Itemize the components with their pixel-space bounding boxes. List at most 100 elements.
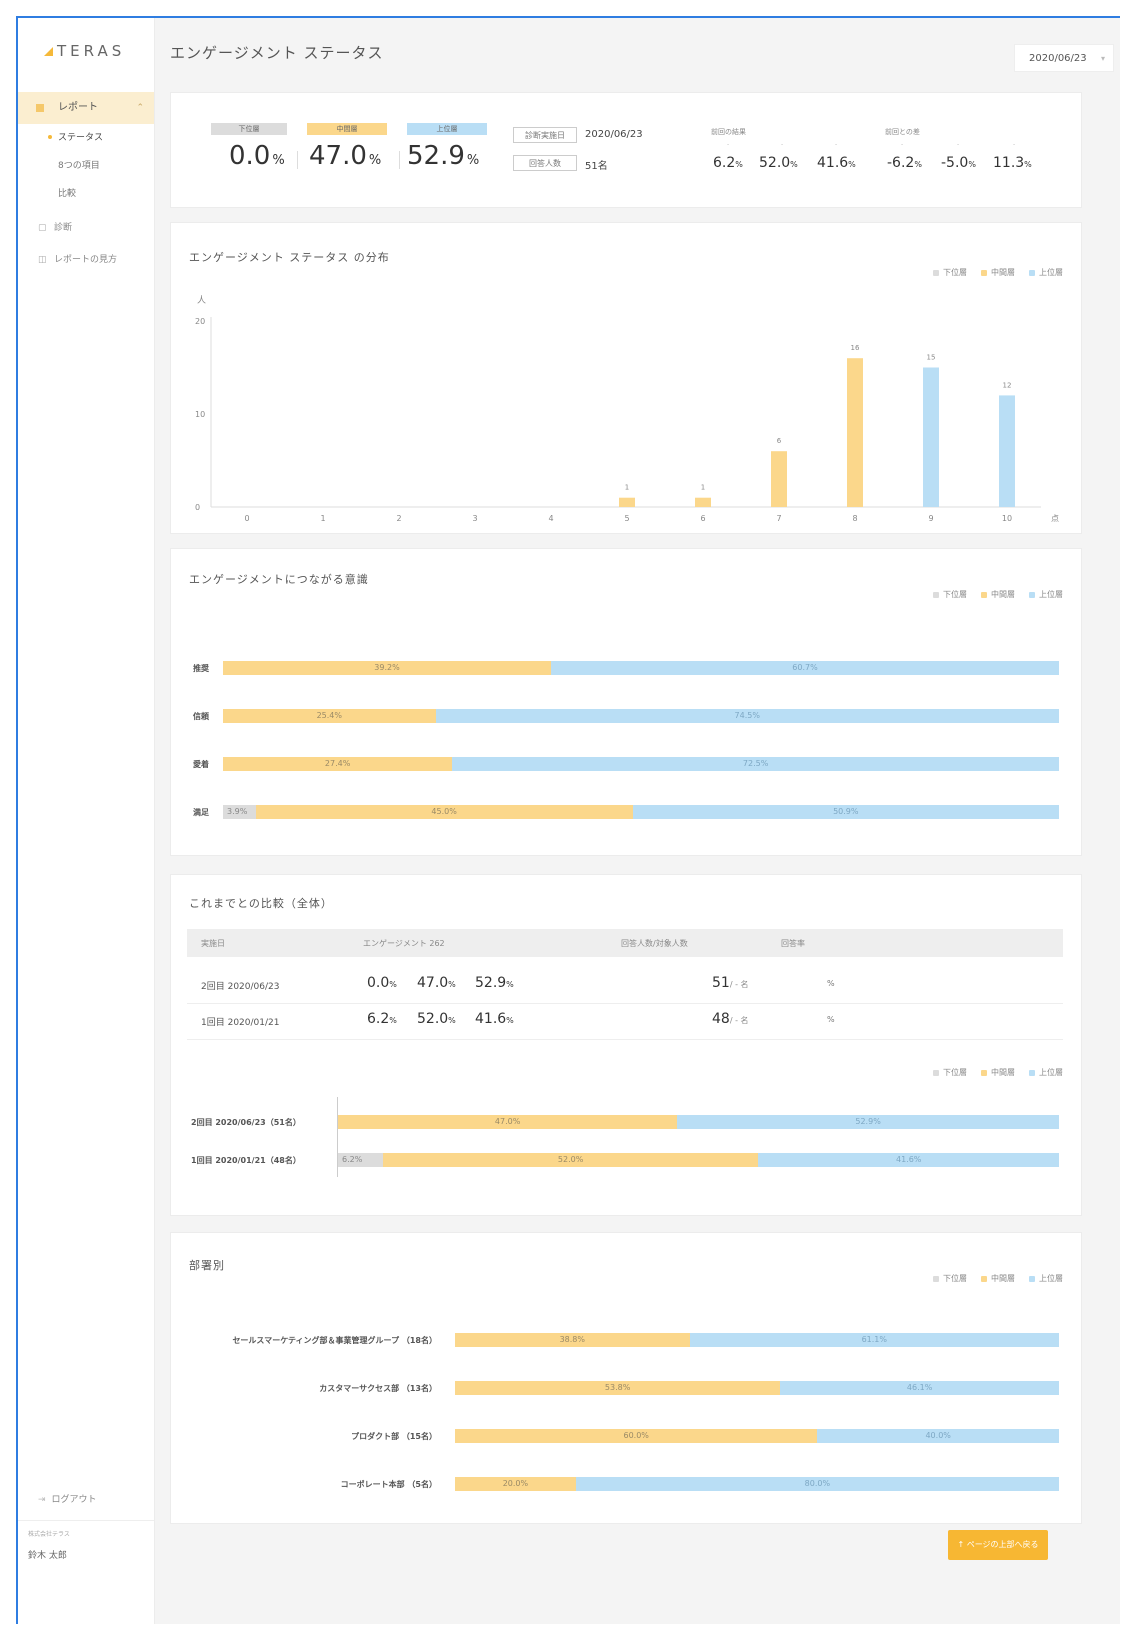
summary-card: 下位層 中間層 上位層 0.0% 47.0% 52.9% 診断実施日 2020/… [170, 92, 1082, 208]
y-tick-label: 20 [195, 317, 205, 326]
department-segment-high: 40.0% [817, 1429, 1059, 1443]
x-tick-label: 4 [548, 514, 553, 523]
x-tick-label: 1 [320, 514, 325, 523]
legend-mid: 中間層 [981, 589, 1015, 600]
data-label: 16 [851, 344, 860, 352]
bar [923, 367, 939, 507]
distribution-card: エンゲージメント ステータス の分布 下位層 中間層 上位層 人 0 10 20 0 1 2… [170, 222, 1082, 534]
company-name: 株式会社テラス [28, 1531, 70, 1538]
history-stacked-bar: 47.0% 52.9% [338, 1115, 1059, 1129]
mid-tier-percent: 47.0% [309, 141, 382, 171]
legend-swatch-high [1029, 1069, 1035, 1076]
data-label: 1 [701, 484, 705, 492]
low-tier-percent: 0.0% [229, 141, 285, 171]
x-tick-label: 10 [1002, 514, 1012, 523]
x-tick-label: 8 [852, 514, 857, 523]
awareness-stacked-bar: 25.4% 74.5% [223, 709, 1059, 723]
history-segment-high: 52.9% [677, 1115, 1059, 1129]
department-segment-high: 61.1% [689, 1333, 1059, 1347]
x-tick-label: 3 [472, 514, 477, 523]
history-segment-low: 6.2% [338, 1153, 383, 1167]
history-table-header: 実施日 エンゲージメント 262 回答人数/対象人数 回答率 [187, 929, 1063, 957]
low-tier-pill: 下位層 [211, 123, 287, 135]
x-tick-label: 2 [396, 514, 401, 523]
date-select[interactable]: 2020/06/23 ▾ [1014, 44, 1114, 72]
distribution-title: エンゲージメント ステータス の分布 [189, 251, 390, 264]
bar [619, 497, 635, 507]
history-card: これまでとの比較（全体） 実施日 エンゲージメント 262 回答人数/対象人数 … [170, 874, 1082, 1216]
department-stacked-bar: 20.0% 80.0% [455, 1477, 1059, 1491]
sidebar-subitem-8-items[interactable]: 8つの項目 [58, 158, 100, 171]
department-row-label: カスタマーサクセス部 （13名） [319, 1384, 437, 1393]
history-segment-mid: 52.0% [382, 1153, 759, 1167]
prev-low: 6.2% [713, 155, 743, 171]
y-axis-unit: 人 [197, 295, 206, 306]
legend-swatch-mid [981, 1069, 987, 1076]
history-row: 1回目 2020/01/21 6.2% 52.0% 41.6% 48/ - 名 … [187, 1003, 1063, 1040]
history-title: これまでとの比較（全体） [189, 897, 333, 910]
awareness-stacked-bar: 39.2% 60.7% [223, 661, 1059, 675]
page-title: エンゲージメント ステータス [170, 44, 384, 62]
history-row-label: 1回目 2020/01/21（48名） [191, 1156, 301, 1165]
prev-mid: 52.0% [759, 155, 798, 171]
history-row: 2回目 2020/06/23 0.0% 47.0% 52.9% 51/ - 名 … [187, 967, 1063, 1004]
awareness-row-label: 満足 [193, 808, 209, 817]
sidebar-subitem-compare[interactable]: 比較 [58, 186, 76, 199]
awareness-row-label: 推奨 [193, 664, 209, 673]
chevron-up-icon: ⌃ [136, 103, 144, 113]
sidebar: TERAS レポート ⌃ ステータス 8つの項目 比較 ▢ 診断 ◫ レポートの見方… [18, 18, 155, 1624]
diff-mid: -5.0% [941, 155, 976, 171]
legend: 下位層 中間層 上位層 [933, 589, 1063, 600]
awareness-segment-mid: 39.2% [223, 661, 552, 675]
department-segment-mid: 53.8% [455, 1381, 781, 1395]
distribution-chart: 人010200 1 2 3 4 5161768169151012点 [195, 295, 1059, 523]
legend-swatch-mid [981, 1275, 987, 1282]
legend-swatch-low [933, 591, 939, 598]
legend-high: 上位層 [1029, 1067, 1063, 1078]
legend-swatch-high [1029, 591, 1035, 598]
logo-mark-icon [44, 47, 53, 56]
y-tick-label: 10 [195, 410, 205, 419]
logout-link[interactable]: ⇥ ログアウト [38, 1492, 97, 1505]
legend-low: 下位層 [933, 1273, 967, 1284]
x-tick-label: 9 [928, 514, 933, 523]
awareness-segment-mid: 25.4% [223, 709, 436, 723]
previous-result-label: 前回の結果 [711, 128, 746, 136]
divider [297, 151, 298, 169]
department-title: 部署別 [189, 1259, 225, 1272]
legend: 下位層 中間層 上位層 [933, 1273, 1063, 1284]
department-segment-high: 46.1% [780, 1381, 1059, 1395]
awareness-segment-low: 3.9% [223, 805, 256, 819]
sidebar-subitem-status[interactable]: ステータス [47, 130, 103, 143]
back-to-top-button[interactable]: ↑ ページの上部へ戻る [948, 1530, 1048, 1560]
user-name: 鈴木 太郎 [28, 1551, 67, 1561]
department-segment-mid: 20.0% [455, 1477, 576, 1491]
department-row-label: プロダクト部 （15名） [351, 1432, 437, 1441]
brand-logo[interactable]: TERAS [44, 42, 125, 60]
legend-swatch-mid [981, 591, 987, 598]
legend: 下位層 中間層 上位層 [933, 1067, 1063, 1078]
book-icon: ◫ [38, 255, 47, 265]
sidebar-item-diagnosis[interactable]: ▢ 診断 [38, 220, 72, 233]
data-label: 6 [777, 437, 782, 445]
awareness-title: エンゲージメントにつながる意識 [189, 573, 369, 586]
awareness-card: エンゲージメントにつながる意識 下位層 中間層 上位層 推奨 39.2% 60.7%… [170, 548, 1082, 856]
data-label: 1 [625, 484, 629, 492]
mid-tier-pill: 中間層 [307, 123, 387, 135]
date-value: 2020/06/23 [585, 129, 643, 140]
data-label: 15 [927, 354, 936, 362]
awareness-segment-high: 60.7% [551, 661, 1059, 675]
department-stacked-bar: 53.8% 46.1% [455, 1381, 1059, 1395]
bar [847, 358, 863, 507]
main-content: エンゲージメント ステータス 2020/06/23 ▾ 下位層 中間層 上位層 … [154, 18, 1120, 1624]
history-segment-mid: 47.0% [338, 1115, 678, 1129]
department-segment-mid: 38.8% [455, 1333, 690, 1347]
legend-swatch-low [933, 1275, 939, 1282]
report-icon [36, 104, 44, 112]
diff-high: 11.3% [993, 155, 1032, 171]
awareness-segment-high: 72.5% [452, 757, 1059, 771]
department-stacked-bar: 60.0% 40.0% [455, 1429, 1059, 1443]
x-tick-label: 5 [624, 514, 629, 523]
sidebar-item-report[interactable]: レポート ⌃ [18, 92, 154, 124]
sidebar-item-guide[interactable]: ◫ レポートの見方 [38, 252, 117, 265]
